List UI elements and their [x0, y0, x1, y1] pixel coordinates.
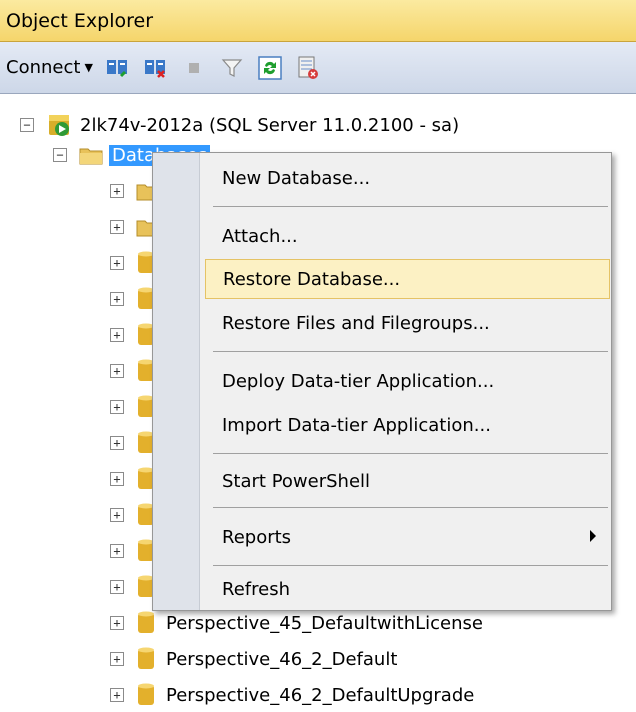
- menu-item-label: New Database...: [222, 167, 371, 189]
- submenu-arrow-icon: [590, 530, 596, 542]
- collapse-icon[interactable]: −: [20, 118, 34, 132]
- menu-item-label: Reports: [222, 526, 292, 548]
- menu-item-new-database[interactable]: New Database...: [205, 158, 610, 198]
- disconnect-icon[interactable]: [143, 55, 169, 81]
- menu-item-deploy-data-tier[interactable]: Deploy Data-tier Application...: [205, 361, 610, 401]
- expand-icon[interactable]: +: [110, 688, 124, 702]
- expand-icon[interactable]: +: [110, 400, 124, 414]
- expand-icon[interactable]: +: [110, 544, 124, 558]
- expand-icon[interactable]: +: [110, 184, 124, 198]
- tree-row[interactable]: +: [110, 426, 156, 460]
- tree-row[interactable]: +: [110, 354, 156, 388]
- object-explorer-title-bar: Object Explorer: [0, 0, 636, 42]
- tree-row[interactable]: +: [110, 318, 156, 352]
- menu-item-label: Restore Files and Filegroups...: [222, 312, 490, 334]
- menu-item-label: Deploy Data-tier Application...: [222, 370, 495, 392]
- tree-row[interactable]: +: [110, 246, 156, 280]
- folder-icon: [79, 148, 103, 165]
- tree-row[interactable]: +: [110, 534, 156, 568]
- database-label: Perspective_45_DefaultwithLicense: [166, 612, 483, 634]
- menu-item-refresh[interactable]: Refresh: [205, 569, 610, 609]
- menu-item-label: Import Data-tier Application...: [222, 414, 491, 436]
- menu-separator: [213, 507, 608, 508]
- server-node[interactable]: − 2lk74v-2012a (SQL Server 11.0.2100 - s…: [20, 108, 459, 142]
- databases-context-menu: New Database... Attach... Restore Databa…: [152, 152, 612, 611]
- tree-row-database[interactable]: + Perspective_45_DefaultwithLicense: [110, 606, 483, 640]
- menu-item-restore-files-filegroups[interactable]: Restore Files and Filegroups...: [205, 303, 610, 343]
- tree-row-database[interactable]: + Perspective_46_2_DefaultUpgrade: [110, 678, 474, 712]
- connect-object-explorer-icon[interactable]: [105, 55, 131, 81]
- menu-item-import-data-tier[interactable]: Import Data-tier Application...: [205, 405, 610, 445]
- expand-icon[interactable]: +: [110, 256, 124, 270]
- menu-item-label: Restore Database...: [223, 268, 401, 290]
- toolbar: Connect ▼: [0, 42, 636, 94]
- stop-icon[interactable]: [181, 55, 207, 81]
- database-icon: [138, 647, 154, 669]
- chevron-down-icon: ▼: [84, 61, 93, 74]
- server-icon: [49, 115, 69, 136]
- tree-row[interactable]: +: [110, 390, 156, 424]
- filter-icon[interactable]: [219, 55, 245, 81]
- expand-icon[interactable]: +: [110, 364, 124, 378]
- menu-icon-gutter: [153, 153, 200, 610]
- connect-label: Connect: [6, 57, 81, 78]
- window-title: Object Explorer: [6, 9, 154, 32]
- database-icon: [138, 611, 154, 633]
- menu-separator: [213, 453, 608, 454]
- menu-separator: [213, 206, 608, 207]
- expand-icon[interactable]: +: [110, 508, 124, 522]
- expand-icon[interactable]: +: [110, 472, 124, 486]
- server-label: 2lk74v-2012a (SQL Server 11.0.2100 - sa): [80, 114, 460, 136]
- database-label: Perspective_46_2_DefaultUpgrade: [166, 684, 475, 706]
- expand-icon[interactable]: +: [110, 328, 124, 342]
- tree-row[interactable]: +: [110, 282, 156, 316]
- expand-icon[interactable]: +: [110, 436, 124, 450]
- expand-icon[interactable]: +: [110, 220, 124, 234]
- database-label: Perspective_46_2_Default: [166, 648, 398, 670]
- expand-icon[interactable]: +: [110, 616, 124, 630]
- menu-item-label: Start PowerShell: [222, 470, 371, 492]
- tree-row-database[interactable]: + Perspective_46_2_Default: [110, 642, 397, 676]
- expand-icon[interactable]: +: [110, 580, 124, 594]
- activity-monitor-icon[interactable]: [295, 55, 321, 81]
- refresh-icon[interactable]: [257, 55, 283, 81]
- expand-icon[interactable]: +: [110, 652, 124, 666]
- menu-item-start-powershell[interactable]: Start PowerShell: [205, 461, 610, 501]
- menu-item-label: Attach...: [222, 225, 298, 247]
- menu-item-attach[interactable]: Attach...: [205, 216, 610, 256]
- tree-row[interactable]: +: [110, 462, 156, 496]
- collapse-icon[interactable]: −: [53, 148, 67, 162]
- tree-row[interactable]: +: [110, 498, 156, 532]
- menu-item-reports[interactable]: Reports: [205, 517, 610, 557]
- menu-item-label: Refresh: [222, 578, 290, 600]
- menu-item-restore-database[interactable]: Restore Database...: [205, 259, 610, 299]
- database-icon: [138, 683, 154, 705]
- tree-row[interactable]: +: [110, 570, 156, 604]
- menu-separator: [213, 351, 608, 352]
- connect-dropdown[interactable]: Connect ▼: [6, 57, 93, 78]
- expand-icon[interactable]: +: [110, 292, 124, 306]
- menu-separator: [213, 565, 608, 566]
